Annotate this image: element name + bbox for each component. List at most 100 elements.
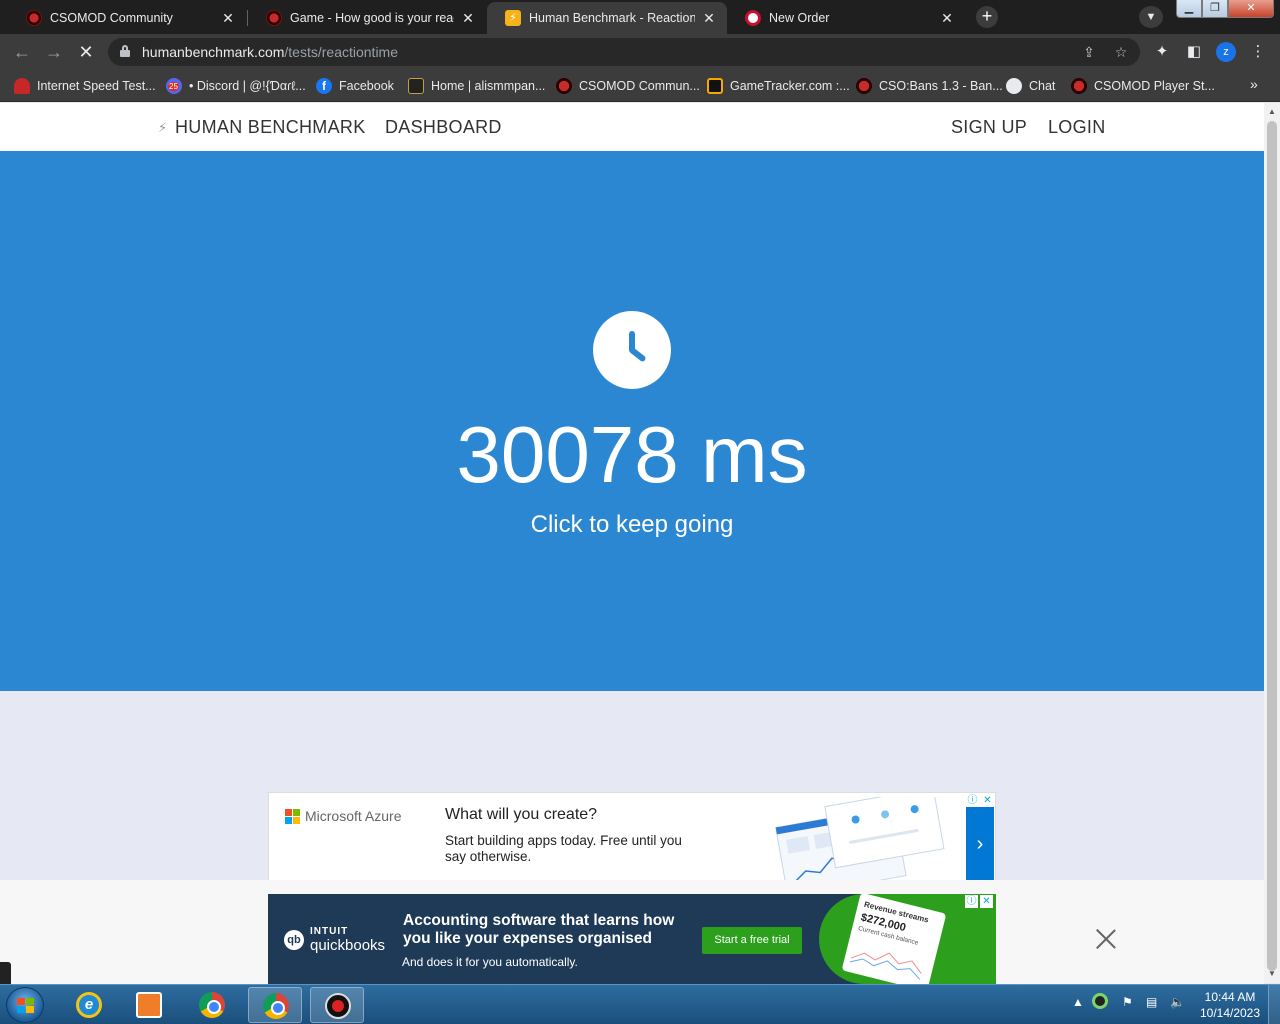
share-icon[interactable]: ⇪ bbox=[1080, 43, 1098, 61]
close-icon[interactable]: ✕ bbox=[460, 10, 476, 27]
stop-loading-icon[interactable]: ✕ bbox=[76, 42, 96, 62]
clock-date: 10/14/2023 bbox=[1199, 1006, 1261, 1020]
start-trial-button[interactable]: Start a free trial bbox=[702, 927, 802, 954]
site-navbar: ⚡ HUMAN BENCHMARK DASHBOARD SIGN UP LOGI… bbox=[0, 103, 1264, 151]
profile-avatar[interactable]: z bbox=[1216, 42, 1236, 62]
bookmark-label: Internet Speed Test... bbox=[37, 79, 156, 93]
tab-title: New Order bbox=[769, 11, 830, 25]
side-tab-stub bbox=[0, 962, 11, 984]
chevron-right-icon[interactable]: › bbox=[966, 807, 994, 881]
url-text[interactable]: humanbenchmark.com/tests/reactiontime bbox=[142, 44, 398, 60]
url-host: humanbenchmark.com bbox=[142, 44, 285, 60]
maximize-button[interactable]: ❐ bbox=[1202, 0, 1228, 18]
chrome-profile-icon bbox=[263, 993, 289, 1019]
bookmark-label: CSOMOD Commun... bbox=[579, 79, 700, 93]
csobans-icon bbox=[856, 78, 872, 94]
bookmark-item[interactable]: CSO:Bans 1.3 - Ban... bbox=[856, 76, 1003, 96]
side-panel-icon[interactable]: ◧ bbox=[1184, 42, 1204, 62]
chat-icon bbox=[1006, 78, 1022, 94]
close-icon[interactable]: ✕ bbox=[701, 10, 717, 27]
csomod-icon bbox=[1071, 78, 1087, 94]
windows-start-button[interactable] bbox=[6, 987, 44, 1023]
tab-csomod[interactable]: CSOMOD Community ✕ bbox=[8, 2, 246, 34]
ad-brand: Microsoft Azure bbox=[305, 808, 402, 824]
ad-headline: Accounting software that learns how you … bbox=[403, 912, 675, 947]
speedometer-icon bbox=[14, 78, 30, 94]
tab-title: Game - How good is your reactio bbox=[290, 11, 454, 25]
tab-search-chevron-icon[interactable]: ▼ bbox=[1139, 6, 1163, 28]
taskbar-chrome[interactable] bbox=[185, 987, 239, 1023]
url-path: /tests/reactiontime bbox=[284, 44, 399, 60]
bookmarks-bar: Internet Speed Test... • Discord | @!{Ɗα… bbox=[0, 70, 1280, 102]
scroll-up-icon[interactable]: ▲ bbox=[1268, 107, 1276, 116]
home-site-icon bbox=[408, 78, 424, 94]
taskbar-clock[interactable]: 10:44 AM 10/14/2023 bbox=[1198, 989, 1262, 1021]
bookmark-item[interactable]: f Facebook bbox=[316, 76, 394, 96]
more-bookmarks-icon[interactable]: » bbox=[1250, 76, 1258, 92]
taskbar-media-player[interactable] bbox=[122, 987, 176, 1023]
quickbooks-ad[interactable]: qb INTUIT quickbooks Accounting software… bbox=[268, 894, 996, 984]
bookmark-label: Home | alismmpan... bbox=[431, 79, 546, 93]
lock-icon[interactable] bbox=[120, 45, 130, 57]
bookmark-item[interactable]: GameTracker.com :... bbox=[707, 76, 850, 96]
new-tab-button[interactable]: + bbox=[976, 6, 998, 28]
tray-expand-icon[interactable]: ▲ bbox=[1072, 995, 1084, 1009]
minimize-button[interactable]: ▁ bbox=[1176, 0, 1202, 18]
scrollbar-thumb[interactable] bbox=[1267, 121, 1277, 971]
taskbar-internet-explorer[interactable]: e bbox=[62, 987, 116, 1023]
tab-game[interactable]: Game - How good is your reactio ✕ bbox=[248, 2, 486, 34]
ad-info-icon[interactable]: ⓘ bbox=[965, 895, 978, 908]
scroll-down-icon[interactable]: ▼ bbox=[1268, 969, 1276, 978]
close-icon[interactable]: ✕ bbox=[220, 10, 236, 27]
login-link[interactable]: LOGIN bbox=[1048, 117, 1106, 138]
page-scrollbar[interactable]: ▲ ▼ bbox=[1264, 103, 1280, 983]
volume-icon[interactable]: 🔈 bbox=[1170, 995, 1185, 1009]
taskbar-recorder[interactable] bbox=[310, 987, 364, 1023]
close-icon[interactable]: ✕ bbox=[939, 10, 955, 27]
reaction-time-result: 30078 ms bbox=[456, 410, 808, 499]
tab-title: Human Benchmark - Reaction Tir bbox=[529, 11, 695, 25]
bookmark-label: • Discord | @!{Ɗαɾℓ... bbox=[189, 79, 306, 93]
signup-link[interactable]: SIGN UP bbox=[951, 117, 1027, 138]
new-order-icon bbox=[745, 10, 761, 26]
bookmark-label: Chat bbox=[1029, 79, 1056, 93]
taskbar-chrome-profile[interactable] bbox=[248, 987, 302, 1023]
clock-icon bbox=[593, 311, 671, 389]
ad-brand-top: INTUIT bbox=[310, 926, 349, 937]
tab-human-benchmark[interactable]: Human Benchmark - Reaction Tir ✕ bbox=[487, 2, 727, 34]
bookmark-item[interactable]: • Discord | @!{Ɗαɾℓ... bbox=[166, 76, 306, 96]
microsoft-logo-icon bbox=[285, 809, 300, 824]
network-icon[interactable]: ▤ bbox=[1146, 995, 1157, 1009]
tab-new-order[interactable]: New Order ✕ bbox=[727, 2, 965, 34]
ad-text: Start building apps today. Free until yo… bbox=[445, 833, 682, 864]
ad-info-icon[interactable]: ⓘ bbox=[966, 794, 979, 807]
forward-arrow-icon[interactable]: → bbox=[44, 42, 64, 62]
bookmark-item[interactable]: Chat bbox=[1006, 76, 1055, 96]
reaction-test-area[interactable]: 30078 ms Click to keep going bbox=[0, 151, 1264, 691]
window-close-button[interactable]: ✕ bbox=[1228, 0, 1274, 18]
bookmark-item[interactable]: Internet Speed Test... bbox=[14, 76, 156, 96]
ad-brand: quickbooks bbox=[310, 937, 386, 954]
bookmark-item[interactable]: CSOMOD Commun... bbox=[556, 76, 700, 96]
ad-close-icon[interactable]: ✕ bbox=[980, 895, 993, 908]
dashboard-screenshot-icon bbox=[775, 797, 945, 881]
address-bar[interactable]: humanbenchmark.com/tests/reactiontime ⇪ … bbox=[108, 38, 1140, 66]
ad-text: And does it for you automatically. bbox=[402, 955, 578, 969]
show-desktop-button[interactable] bbox=[1268, 985, 1280, 1024]
close-anchored-ad-icon[interactable] bbox=[1094, 926, 1118, 950]
back-arrow-icon[interactable]: ← bbox=[12, 42, 32, 62]
ad-close-icon[interactable]: ✕ bbox=[981, 794, 994, 807]
bookmark-label: Facebook bbox=[339, 79, 394, 93]
brand-link[interactable]: HUMAN BENCHMARK bbox=[175, 117, 366, 138]
star-icon[interactable]: ☆ bbox=[1112, 43, 1130, 61]
extensions-puzzle-icon[interactable]: ✦ bbox=[1152, 42, 1172, 62]
action-center-flag-icon[interactable]: ⚑ bbox=[1122, 995, 1133, 1009]
quickbooks-logo-icon: qb bbox=[284, 930, 304, 950]
azure-ad[interactable]: Microsoft Azure What will you create? St… bbox=[268, 792, 996, 882]
dashboard-link[interactable]: DASHBOARD bbox=[385, 117, 502, 138]
bookmark-item[interactable]: CSOMOD Player St... bbox=[1071, 76, 1215, 96]
bookmark-item[interactable]: Home | alismmpan... bbox=[408, 76, 545, 96]
menu-kebab-icon[interactable]: ⋮ bbox=[1248, 42, 1268, 62]
tray-status-icon[interactable] bbox=[1092, 993, 1108, 1009]
continue-hint: Click to keep going bbox=[530, 511, 734, 538]
